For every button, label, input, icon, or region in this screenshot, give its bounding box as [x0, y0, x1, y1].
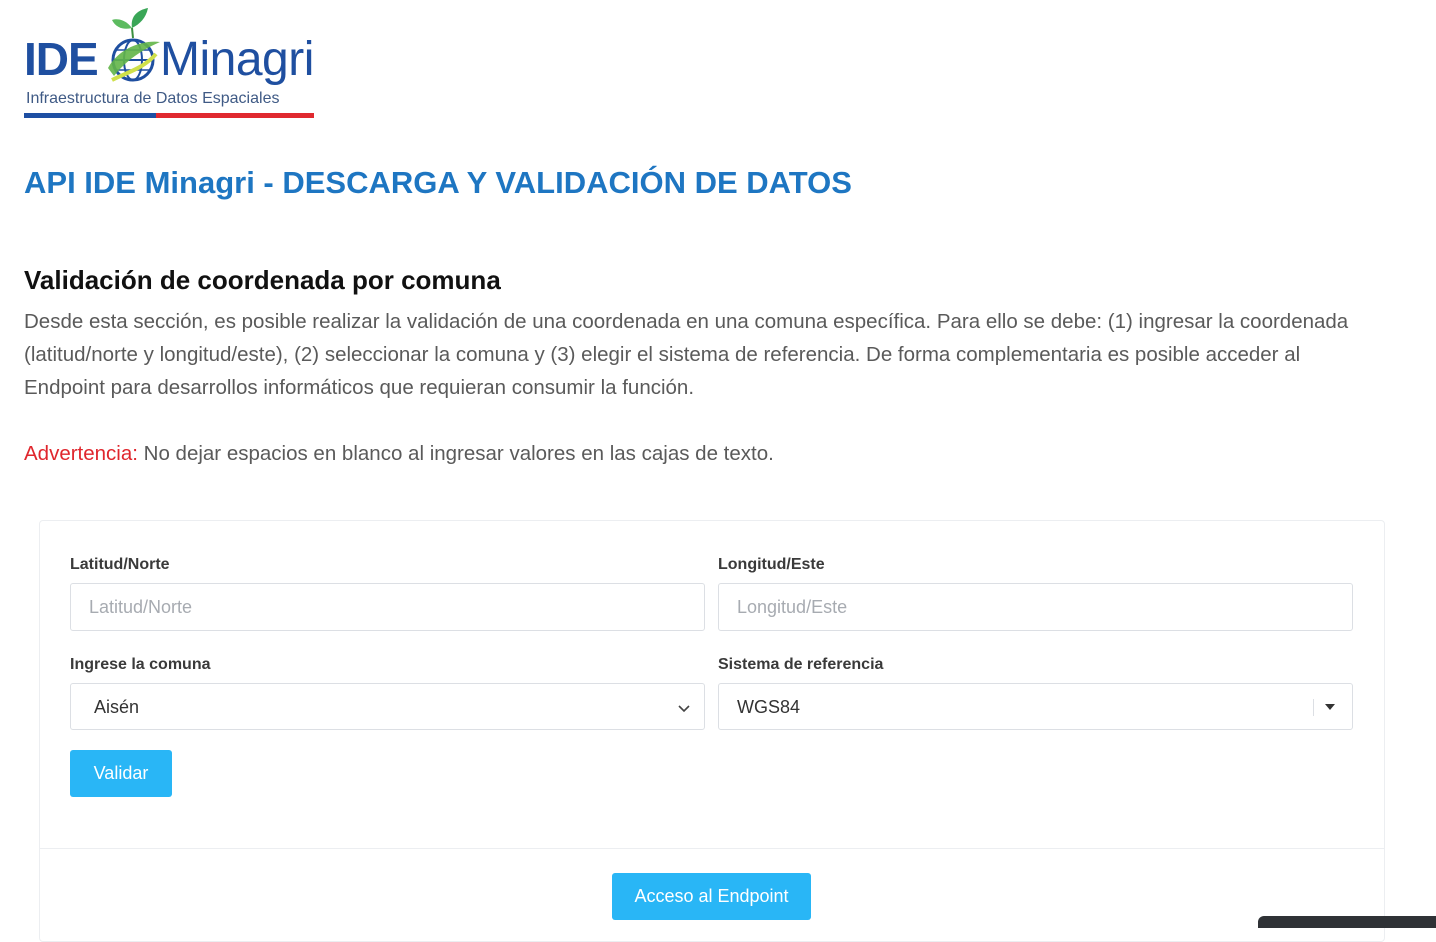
chevron-down-icon: [678, 705, 690, 713]
logo-tagline: Infraestructura de Datos Espaciales: [26, 90, 280, 107]
logo-flag-bar: [24, 113, 314, 118]
section-title: Validación de coordenada por comuna: [24, 265, 501, 295]
caret-down-icon[interactable]: [1325, 704, 1335, 710]
globe-leaf-icon: [108, 8, 160, 82]
reference-system-select[interactable]: WGS84: [718, 683, 1353, 730]
page-title: API IDE Minagri - DESCARGA Y VALIDACIÓN …: [24, 165, 852, 200]
warning-message: Advertencia: No dejar espacios en blanco…: [24, 437, 774, 470]
latitude-input[interactable]: [70, 583, 705, 631]
comuna-selected-value: Aisén: [94, 697, 140, 717]
longitude-input[interactable]: [718, 583, 1353, 631]
ide-minagri-logo: IDE Minagri Infraestructura de Datos Esp…: [24, 6, 316, 122]
reference-system-selected-value: WGS84: [737, 697, 801, 717]
logo-text-minagri: Minagri: [160, 33, 314, 86]
validate-button[interactable]: Validar: [70, 750, 172, 797]
logo-text-ide: IDE: [24, 33, 99, 85]
select-separator: [1313, 699, 1314, 716]
validation-form-card: Latitud/Norte Longitud/Este Ingrese la c…: [39, 520, 1385, 942]
comuna-select[interactable]: Aisén: [70, 683, 705, 730]
logo-bar-red: [156, 113, 314, 118]
overlay-corner: [1258, 916, 1436, 928]
latitude-label: Latitud/Norte: [70, 556, 170, 573]
reference-system-label: Sistema de referencia: [718, 656, 884, 673]
logo-bar-blue: [24, 113, 156, 118]
warning-label: Advertencia:: [24, 442, 138, 465]
longitude-label: Longitud/Este: [718, 556, 825, 573]
warning-text: No dejar espacios en blanco al ingresar …: [137, 442, 774, 465]
endpoint-access-button[interactable]: Acceso al Endpoint: [612, 873, 811, 920]
comuna-label: Ingrese la comuna: [70, 656, 211, 673]
section-description: Desde esta sección, es posible realizar …: [24, 310, 1349, 399]
card-divider: [40, 848, 1384, 849]
